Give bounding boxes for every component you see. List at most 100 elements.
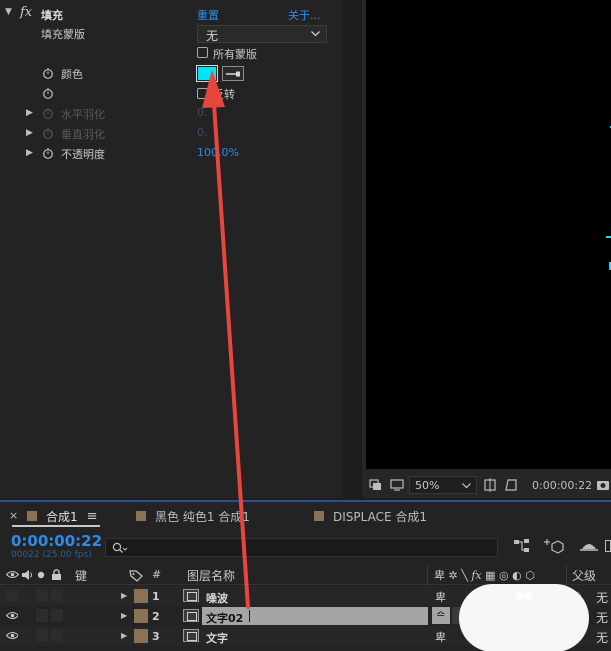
layer-search-field[interactable] [105,538,498,557]
reset-link[interactable]: 重置 [197,7,219,23]
layer-column-header: 键 # 图层名称 卑 ✲ ╲ fx ▦ ◎ ◐ ⬡ 父级 [0,565,611,585]
expand-triangle-icon[interactable]: ▶ [26,108,33,118]
switches-column-icons[interactable]: 卑 ✲ ╲ fx ▦ ◎ ◐ ⬡ [434,567,535,583]
invert-row: · 反转 [0,83,342,103]
stopwatch-icon[interactable] [42,87,54,99]
frame-blending-icon[interactable] [605,540,611,552]
tab-menu-icon[interactable]: ≡ [87,509,98,524]
layer-name-edit-field[interactable]: 文字02 [202,607,428,625]
collapse-triangle-icon[interactable]: ▼ [5,7,12,17]
stopwatch-icon [43,108,53,119]
eye-icon[interactable] [6,611,18,623]
invert-label: 反转 [213,88,235,101]
solo-icon[interactable] [37,571,45,579]
camera-icon[interactable] [596,478,610,491]
composition-layer-icon [183,589,199,602]
shy-layers-icon[interactable] [579,538,599,554]
stopwatch-icon [43,128,53,139]
fx-icon[interactable]: fx [20,5,32,20]
solo-toggle[interactable] [36,589,48,602]
audio-icon[interactable] [21,569,33,581]
viewer-toolbar: 50% 0:00:00:22 [362,472,611,498]
stopwatch-icon[interactable] [42,147,54,159]
effect-name: 填充 [41,9,63,22]
composition-canvas[interactable] [366,0,611,469]
layer-number: 1 [152,590,160,603]
stopwatch-icon[interactable] [42,67,54,79]
viewer-timecode[interactable]: 0:00:00:22 [532,479,592,492]
expand-layer-icon[interactable]: ▶ [121,611,127,620]
color-swatch[interactable] [196,65,218,82]
lock-toggle[interactable] [51,629,63,642]
expand-triangle-icon[interactable]: ▶ [26,148,33,158]
expand-layer-icon[interactable]: ▶ [121,591,127,600]
redaction-overlay [459,584,589,651]
composition-flowchart-icon[interactable] [513,538,531,554]
visibility-toggle[interactable] [6,589,18,602]
eye-icon[interactable] [6,631,18,643]
monitor-icon[interactable] [390,478,404,492]
tab-black-solid-composition[interactable]: 黑色 纯色1 合成1 [136,508,250,524]
solo-toggle[interactable] [36,629,48,642]
shy-switch-icon[interactable]: ≏ [432,607,450,624]
search-icon [112,542,128,553]
eyedropper-button[interactable] [222,66,244,81]
lock-icon[interactable] [51,568,62,581]
zoom-dropdown[interactable]: 50% [409,476,477,494]
frame-info: 00022 (25.00 fps) [11,550,92,560]
composition-color-swatch [27,511,37,521]
hash-column-header: # [152,568,162,581]
opacity-value[interactable]: 100.0% [197,146,239,159]
eye-icon[interactable] [6,570,19,579]
fill-mask-row: · 填充蒙版 无 [0,23,342,43]
expand-layer-icon[interactable]: ▶ [121,631,127,640]
tab-label: 合成1 [46,509,78,524]
all-masks-label: 所有蒙版 [213,48,257,61]
tab-composition-1[interactable]: 合成1 ≡ [27,508,98,524]
expand-triangle-icon[interactable]: ▶ [26,128,33,138]
all-masks-row: 所有蒙版 [0,43,342,63]
h-feather-label: 水平羽化 [61,108,105,121]
opacity-label: 不透明度 [61,148,105,161]
parent-value[interactable]: 无 [596,589,608,606]
close-tab-icon[interactable]: × [9,509,18,522]
layer-number: 2 [152,610,160,623]
parent-value[interactable]: 无 [596,629,608,646]
fill-mask-dropdown[interactable]: 无 [197,25,327,43]
v-feather-row: ▶ 垂直羽化 0. [0,123,342,143]
column-divider [566,565,567,585]
current-time-display[interactable]: 0:00:00:22 [11,532,102,550]
region-of-interest-icon[interactable] [483,478,497,492]
effect-controls-panel: ▼ fx 填充 重置 关于... · 填充蒙版 无 所有蒙版 · 颜色 · 反转… [0,0,342,498]
shy-switch-icon[interactable]: 卑 [435,589,446,605]
layer-number: 3 [152,630,160,643]
lock-toggle[interactable] [51,609,63,622]
layer-name[interactable]: 文字02 [206,610,243,626]
lock-toggle[interactable] [51,589,63,602]
draft-3d-icon[interactable] [544,537,564,555]
layer-name[interactable]: 噪波 [206,590,228,606]
tab-displace-composition[interactable]: DISPLACE 合成1 [314,508,427,524]
parent-value[interactable]: 无 [596,609,608,626]
chevron-down-icon [462,483,471,489]
zoom-value: 50% [415,479,440,492]
about-link[interactable]: 关于... [288,7,321,23]
layer-label-color[interactable] [134,589,148,603]
shy-switch-icon[interactable]: 卑 [435,629,446,645]
invert-checkbox[interactable] [197,88,208,99]
snapshot-icon[interactable] [369,478,383,492]
h-feather-row: ▶ 水平羽化 0. [0,103,342,123]
active-tab-underline [12,525,100,527]
layer-label-color[interactable] [134,609,148,623]
composition-viewer: 50% 0:00:00:22 [362,0,611,498]
chevron-down-icon [311,31,320,37]
effect-header-row[interactable]: ▼ fx 填充 重置 关于... [0,3,342,23]
label-tag-icon[interactable] [129,568,143,582]
all-masks-checkbox[interactable] [197,47,208,58]
tab-label: DISPLACE 合成1 [333,509,428,524]
layer-label-color[interactable] [134,629,148,643]
transparency-grid-icon[interactable] [504,478,518,492]
layer-name[interactable]: 文字 [206,630,228,646]
solo-toggle[interactable] [36,609,48,622]
layer-name-column-header[interactable]: 图层名称 [187,567,235,584]
